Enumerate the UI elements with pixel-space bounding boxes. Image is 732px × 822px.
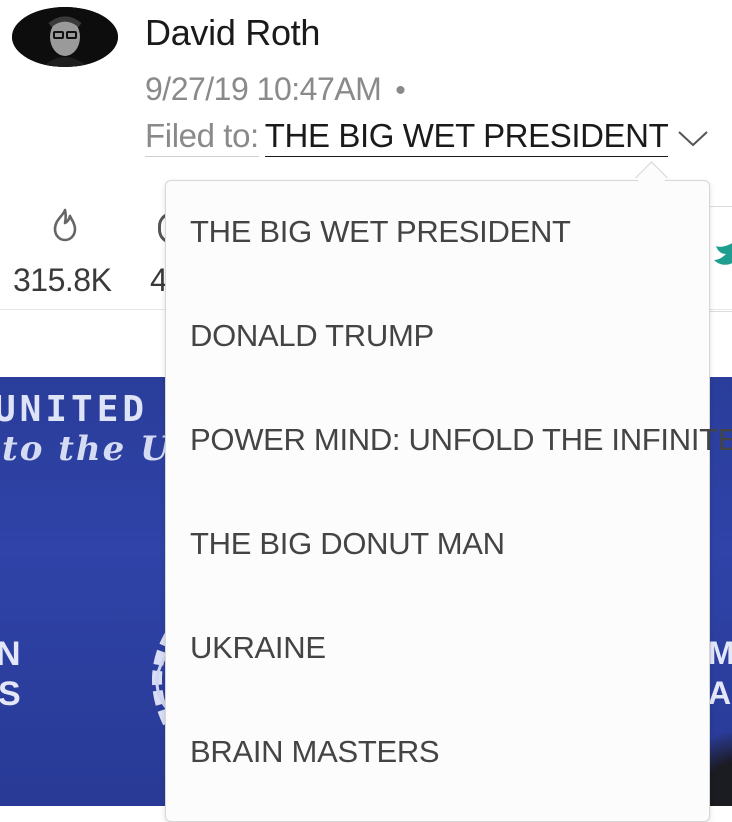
separator-dot: • <box>395 74 406 107</box>
filed-to-category[interactable]: THE BIG WET PRESIDENT <box>264 117 669 157</box>
dropdown-item[interactable]: POWER MIND: UNFOLD THE INFINITE <box>190 422 732 458</box>
chevron-down-icon[interactable] <box>676 119 710 157</box>
author-avatar[interactable] <box>12 7 118 67</box>
views-count: 315.8K <box>13 262 112 298</box>
dropdown-item[interactable]: UKRAINE <box>190 630 326 666</box>
dropdown-item[interactable]: BRAIN MASTERS <box>190 734 440 770</box>
avatar-portrait <box>12 7 118 67</box>
photo-left-letter: S <box>0 675 21 713</box>
filed-to[interactable]: Filed to: THE BIG WET PRESIDENT <box>145 117 710 157</box>
post-timestamp: 9/27/19 10:47AM • <box>145 71 406 108</box>
category-dropdown: THE BIG WET PRESIDENT DONALD TRUMP POWER… <box>165 180 732 822</box>
post-datetime: 9/27/19 10:47AM <box>145 71 382 107</box>
flame-icon <box>50 207 80 248</box>
twitter-icon[interactable] <box>712 236 732 281</box>
dropdown-item[interactable]: DONALD TRUMP <box>190 318 434 354</box>
dropdown-item[interactable]: THE BIG WET PRESIDENT <box>190 214 571 250</box>
photo-right-letter: M <box>708 635 732 671</box>
filed-to-label: Filed to: <box>145 117 259 157</box>
dropdown-item[interactable]: THE BIG DONUT MAN <box>190 526 505 562</box>
photo-left-letter: N <box>0 635 21 673</box>
author-name[interactable]: David Roth <box>145 12 320 54</box>
